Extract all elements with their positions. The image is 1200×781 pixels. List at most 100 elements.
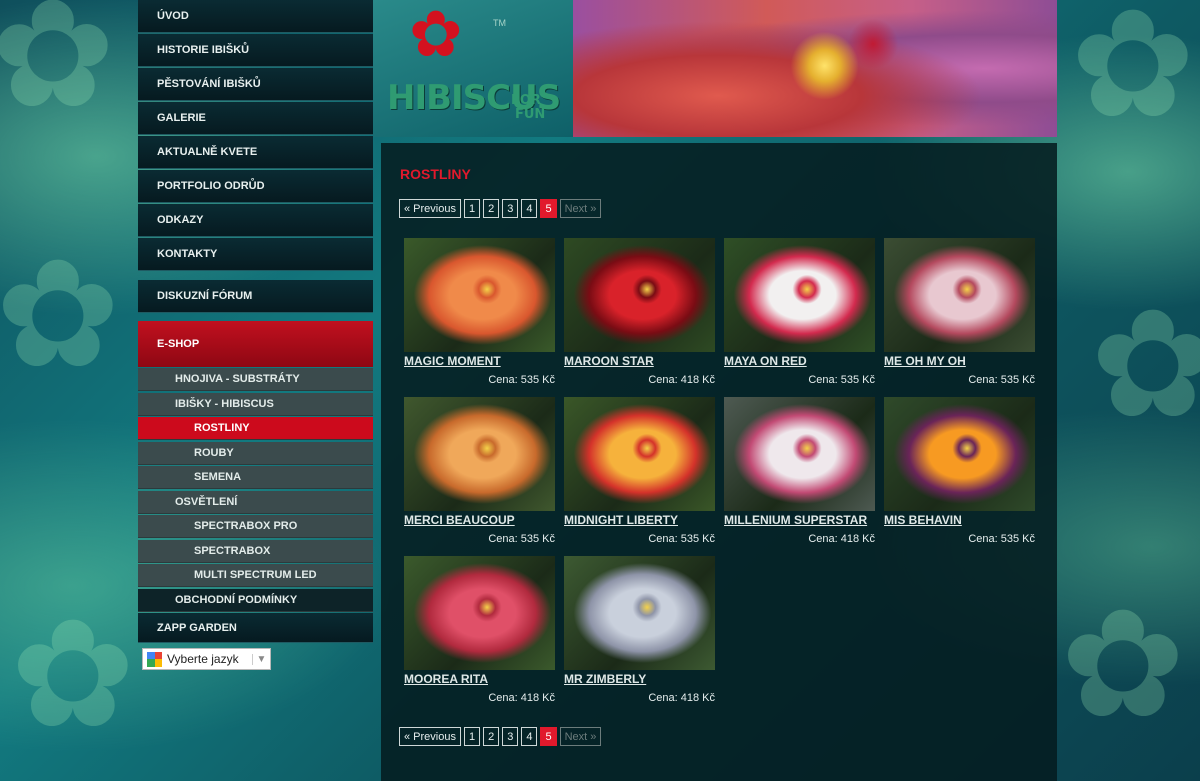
logo-tagline: FOR FUN [511,94,545,122]
nav-item[interactable]: KONTAKTY [138,238,373,271]
page-title: ROSTLINY [400,166,471,182]
product-price: Cena: 535 Kč [488,374,555,386]
sidebar-nav: ÚVOD HISTORIE IBIŠKŮ PĚSTOVÁNÍ IBIŠKŮ GALER… [138,0,373,670]
nav-item[interactable]: ÚVOD [138,0,373,33]
product-image[interactable] [724,397,875,511]
product-name-link[interactable]: ME OH MY OH [884,354,1035,368]
product-image[interactable] [724,238,875,352]
main-menu: ÚVOD HISTORIE IBIŠKŮ PĚSTOVÁNÍ IBIŠKŮ GALER… [138,0,373,271]
product-card: MAGIC MOMENT Cena: 535 Kč [404,238,555,397]
pagination-page-1[interactable]: 1 [463,199,481,218]
product-image[interactable] [404,397,555,511]
submenu-item[interactable]: SPECTRABOX [138,539,373,563]
product-price: Cena: 535 Kč [968,533,1035,545]
pagination-page-1[interactable]: 1 [463,727,481,746]
product-price: Cena: 535 Kč [808,374,875,386]
nav-item[interactable]: PORTFOLIO ODRŮD [138,170,373,203]
product-name-link[interactable]: MIS BEHAVIN [884,513,1035,527]
pagination-top: « Previous 1 2 3 4 5 Next » [399,199,602,218]
product-card: MIS BEHAVIN Cena: 535 Kč [884,397,1035,556]
submenu-item[interactable]: ROSTLINY [138,417,373,440]
product-image[interactable] [404,556,555,670]
product-grid: MAGIC MOMENT Cena: 535 Kč MAROON STAR Cena:… [404,238,1035,715]
submenu-item[interactable]: ROUBY [138,441,373,465]
pagination-page-5[interactable]: 5 [540,727,557,746]
site-logo[interactable]: ✿ TM HIBISCUS FOR FUN [373,0,573,137]
nav-item[interactable]: HISTORIE IBIŠKŮ [138,34,373,67]
logo-tagline-fun: FUN [515,107,546,122]
trademark-mark: TM [493,18,506,28]
nav-gap [138,272,373,280]
background-flower-decoration: ✿ [0,0,116,142]
product-image[interactable] [564,397,715,511]
submenu-item[interactable]: SPECTRABOX PRO [138,515,373,538]
product-price: Cena: 535 Kč [968,374,1035,386]
pagination-page-3[interactable]: 3 [502,727,519,746]
dropdown-arrow-icon: ▼ [252,653,270,665]
product-image[interactable] [404,238,555,352]
product-price: Cena: 535 Kč [648,533,715,545]
language-selector-label: Vyberte jazyk [167,652,239,666]
product-image[interactable] [564,556,715,670]
nav-item[interactable]: AKTUALNĚ KVETE [138,136,373,169]
pagination-page-2[interactable]: 2 [483,199,500,218]
product-price: Cena: 418 Kč [648,374,715,386]
nav-item[interactable]: GALERIE [138,102,373,135]
product-name-link[interactable]: MR ZIMBERLY [564,672,715,686]
pagination-next: Next » [559,199,602,218]
main-content: ROSTLINY « Previous 1 2 3 4 5 Next » MAGIC MOM… [381,143,1057,781]
product-image[interactable] [884,397,1035,511]
background-flower-decoration: ✿ [0,228,121,402]
product-card: MOOREA RITA Cena: 418 Kč [404,556,555,715]
nav-item-forum[interactable]: DISKUZNÍ FÓRUM [138,280,373,313]
product-name-link[interactable]: MILLENIUM SUPERSTAR [724,513,875,527]
product-card: MIDNIGHT LIBERTY Cena: 535 Kč [564,397,715,556]
pagination-page-5[interactable]: 5 [540,199,557,218]
product-price: Cena: 418 Kč [488,692,555,704]
product-card: MERCI BEAUCOUP Cena: 535 Kč [404,397,555,556]
pagination-page-4[interactable]: 4 [521,727,538,746]
product-card: MR ZIMBERLY Cena: 418 Kč [564,556,715,715]
submenu-item[interactable]: SEMENA [138,466,373,489]
product-name-link[interactable]: MERCI BEAUCOUP [404,513,555,527]
product-name-link[interactable]: MAYA ON RED [724,354,875,368]
nav-item-zapp-garden[interactable]: ZAPP GARDEN [138,613,373,643]
product-image[interactable] [564,238,715,352]
product-name-link[interactable]: MIDNIGHT LIBERTY [564,513,715,527]
nav-item[interactable]: ODKAZY [138,204,373,237]
hibiscus-flower-icon: ✿ [409,0,463,70]
submenu-item[interactable]: IBIŠKY - HIBISCUS [138,392,373,416]
background-flower-decoration: ✿ [10,588,136,762]
header-banner-image [573,0,1057,137]
eshop-submenu: HNOJIVA - SUBSTRÁTY IBIŠKY - HIBISCUS ROST… [138,368,373,612]
nav-item[interactable]: PĚSTOVÁNÍ IBIŠKŮ [138,68,373,101]
background-flower-decoration: ✿ [1060,578,1186,752]
product-price: Cena: 535 Kč [488,533,555,545]
logo-tagline-for: FOR [511,93,541,108]
product-price: Cena: 418 Kč [808,533,875,545]
pagination-page-2[interactable]: 2 [483,727,500,746]
background-flower-decoration: ✿ [1090,278,1200,452]
product-image[interactable] [884,238,1035,352]
product-card: MILLENIUM SUPERSTAR Cena: 418 Kč [724,397,875,556]
product-name-link[interactable]: MAGIC MOMENT [404,354,555,368]
pagination-next: Next » [559,727,602,746]
pagination-previous[interactable]: « Previous [399,727,461,746]
pagination-previous[interactable]: « Previous [399,199,461,218]
language-selector[interactable]: Vyberte jazyk ▼ [142,648,271,670]
product-card: ME OH MY OH Cena: 535 Kč [884,238,1035,397]
pagination-bottom: « Previous 1 2 3 4 5 Next » [399,727,602,746]
background-flower-decoration: ✿ [1070,0,1196,152]
pagination-page-3[interactable]: 3 [502,199,519,218]
product-price: Cena: 418 Kč [648,692,715,704]
product-name-link[interactable]: MOOREA RITA [404,672,555,686]
product-card: MAROON STAR Cena: 418 Kč [564,238,715,397]
submenu-item[interactable]: OSVĚTLENÍ [138,490,373,514]
pagination-page-4[interactable]: 4 [521,199,538,218]
submenu-item[interactable]: MULTI SPECTRUM LED [138,564,373,587]
product-name-link[interactable]: MAROON STAR [564,354,715,368]
product-card: MAYA ON RED Cena: 535 Kč [724,238,875,397]
submenu-item[interactable]: OBCHODNÍ PODMÍNKY [138,588,373,612]
nav-item-eshop[interactable]: E-SHOP [138,321,373,367]
submenu-item[interactable]: HNOJIVA - SUBSTRÁTY [138,368,373,391]
